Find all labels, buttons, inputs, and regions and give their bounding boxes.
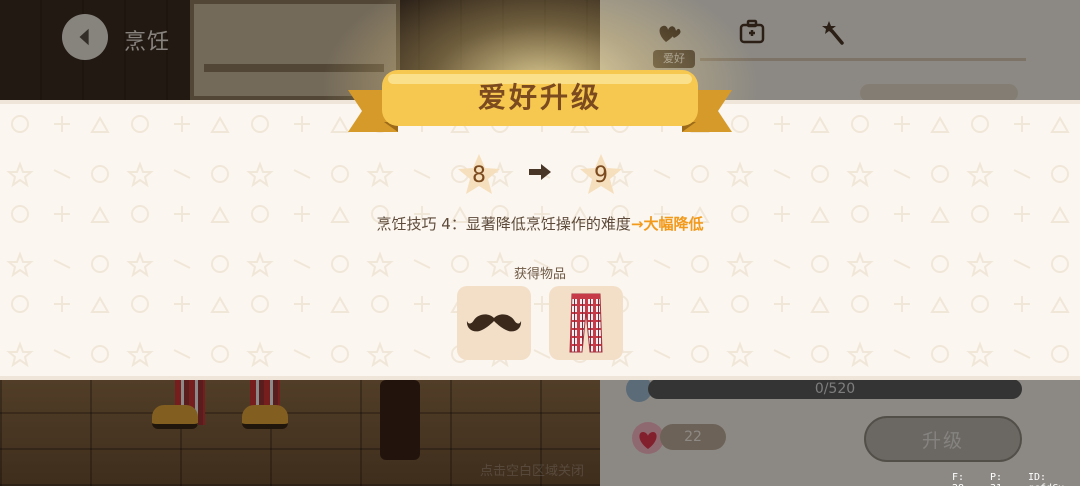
skill-description-text: 烹饪技巧 4：显著降低烹饪操作的难度: [376, 215, 631, 233]
plaid-pants-icon: [569, 293, 603, 353]
level-to: 9: [594, 163, 608, 188]
right-arrow-icon: [529, 164, 551, 180]
debug-overlay: F: 28 P: 31 ID: gcfdCx: [952, 472, 1080, 486]
band-pattern: [0, 104, 1080, 376]
upgrade-modal: [0, 100, 1080, 380]
reward-item[interactable]: [549, 286, 623, 360]
skill-description-arrow: →: [630, 215, 644, 233]
reward-label: 获得物品: [513, 267, 566, 282]
level-from-star: 8: [456, 152, 502, 198]
level-from: 8: [472, 163, 486, 188]
modal-title: 爱好升级: [477, 81, 602, 114]
debug-f: F: 28: [952, 472, 965, 486]
level-to-star: 9: [578, 152, 624, 198]
debug-id: ID: gcfdCx: [1028, 472, 1064, 486]
skill-description-highlight: 大幅降低: [643, 215, 704, 233]
reward-item[interactable]: [457, 286, 531, 360]
debug-p: P: 31: [990, 472, 1003, 486]
mustache-icon: [466, 314, 522, 332]
skill-description: 烹饪技巧 4：显著降低烹饪操作的难度→大幅降低: [0, 213, 1080, 234]
